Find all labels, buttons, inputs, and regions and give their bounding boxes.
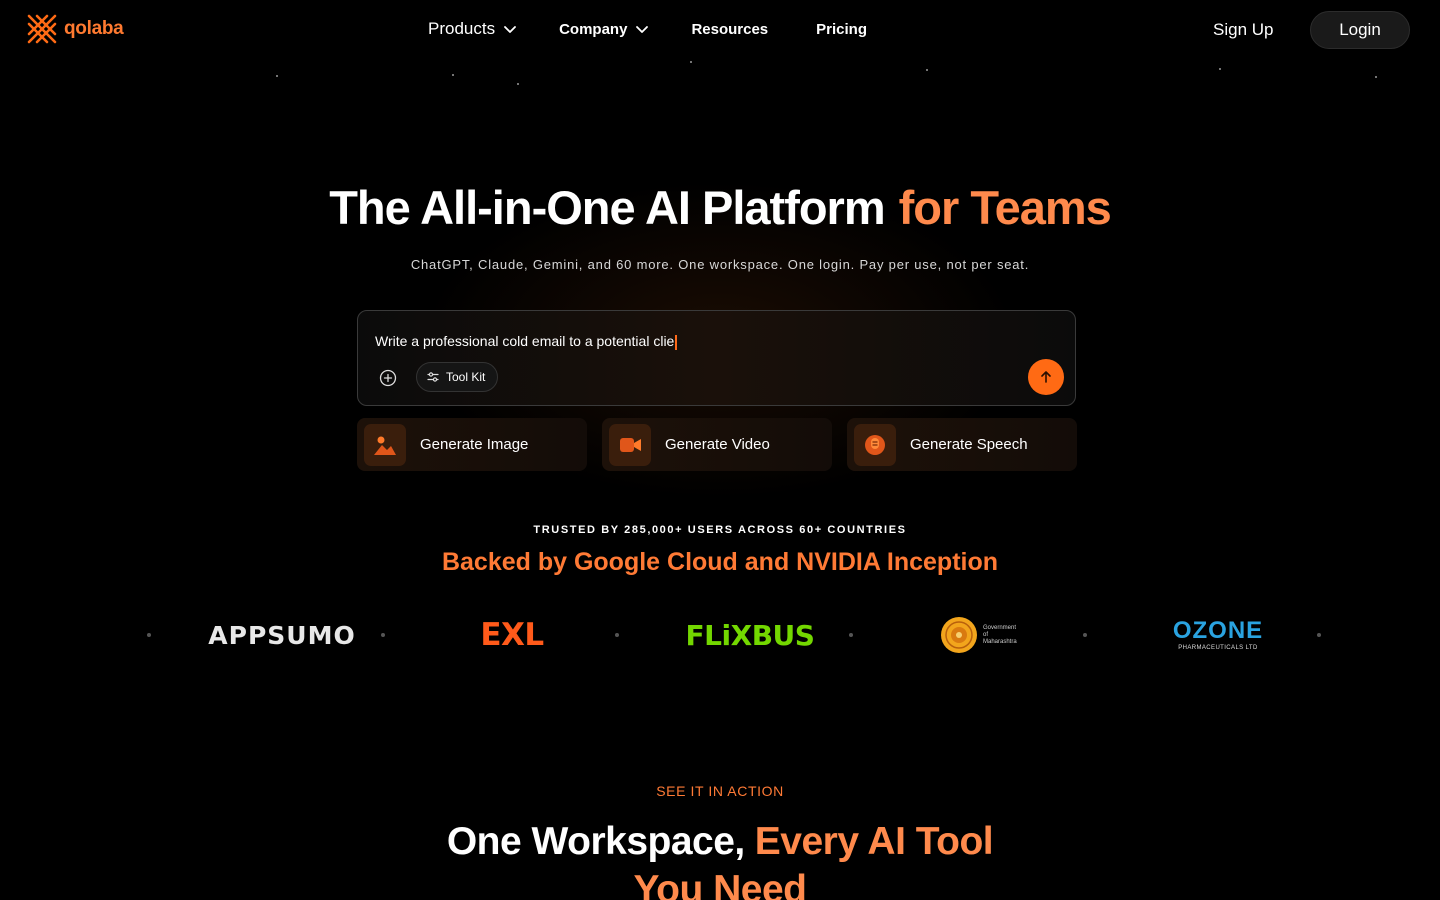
top-nav: qolaba Products Company Resources Pricin…: [0, 0, 1440, 60]
generate-speech-label: Generate Speech: [910, 436, 1028, 453]
separator-dot: [615, 633, 619, 637]
send-button[interactable]: [1028, 359, 1064, 395]
star-particle: [1375, 76, 1377, 78]
ozone-logo-sub: PHARMACEUTICALS LTD: [1178, 645, 1258, 651]
hero-subtitle: ChatGPT, Claude, Gemini, and 60 more. On…: [410, 257, 1030, 272]
star-particle: [1219, 68, 1221, 70]
arrow-up-icon: [1041, 371, 1051, 383]
generate-speech-card[interactable]: Generate Speech: [847, 418, 1077, 471]
brand-logo[interactable]: qolaba: [26, 12, 124, 46]
nav-resources-label: Resources: [691, 20, 769, 38]
speech-icon: [854, 423, 896, 466]
ozone-logo-main: OZONE: [1172, 617, 1264, 644]
prompt-box[interactable]: Write a professional cold email to a pot…: [357, 310, 1076, 406]
section-title-accent: Every AI Tool: [754, 820, 994, 863]
nav-company[interactable]: Company: [559, 21, 649, 38]
image-icon: [364, 423, 406, 466]
separator-dot: [381, 633, 385, 637]
generate-image-card[interactable]: Generate Image: [357, 418, 587, 471]
section-title-main: One Workspace,: [446, 820, 745, 863]
nav-company-label: Company: [559, 20, 628, 38]
nav-products[interactable]: Products: [428, 19, 517, 39]
generate-video-label: Generate Video: [665, 436, 770, 453]
exl-logo: EXL: [480, 617, 544, 653]
star-particle: [926, 69, 928, 71]
seal-icon: [941, 617, 977, 653]
prompt-input-value: Write a professional cold email to a pot…: [375, 333, 675, 349]
ozone-logo: OZONE PHARMACEUTICALS LTD: [1164, 605, 1272, 665]
government-label: Government of Maharashtra: [983, 624, 1017, 645]
video-icon: [609, 423, 651, 466]
client-logo-strip: APPSUMO EXL FLiXBUS Government of Mahara…: [0, 605, 1440, 665]
text-caret: [675, 334, 678, 350]
star-particle: [452, 74, 454, 76]
qolaba-logo-icon: [27, 14, 57, 44]
separator-dot: [1317, 633, 1321, 637]
separator-dot: [147, 633, 151, 637]
hero-title-main: The All-in-One AI Platform: [329, 181, 885, 234]
chevron-down-icon: [636, 26, 649, 33]
appsumo-logo: APPSUMO: [208, 620, 356, 650]
main-menu: Products Company Resources Pricing: [428, 19, 867, 39]
separator-dot: [849, 633, 853, 637]
login-button[interactable]: Login: [1310, 11, 1410, 49]
flixbus-logo: FLiXBUS: [685, 618, 815, 652]
star-particle: [517, 83, 519, 85]
generate-video-card[interactable]: Generate Video: [602, 418, 832, 471]
separator-dot: [1083, 633, 1087, 637]
nav-products-label: Products: [428, 19, 496, 38]
signup-link[interactable]: Sign Up: [1213, 20, 1273, 40]
government-seal-logo: Government of Maharashtra: [938, 605, 1020, 665]
prompt-input[interactable]: Write a professional cold email to a pot…: [375, 333, 678, 350]
star-particle: [276, 75, 278, 77]
chevron-down-icon: [504, 26, 516, 33]
brand-name: qolaba: [64, 18, 124, 39]
nav-pricing-label: Pricing: [816, 20, 868, 38]
see-it-in-action-label: SEE IT IN ACTION: [656, 783, 784, 799]
trusted-users-text: TRUSTED BY 285,000+ USERS ACROSS 60+ COU…: [533, 524, 907, 536]
plus-circle-icon[interactable]: [379, 369, 397, 387]
toolkit-button[interactable]: Tool Kit: [416, 362, 499, 392]
nav-pricing[interactable]: Pricing: [816, 21, 867, 38]
backed-by-heading: Backed by Google Cloud and NVIDIA Incept…: [441, 548, 999, 576]
toolkit-label: Tool Kit: [446, 370, 486, 384]
hero-title-accent: for Teams: [898, 181, 1112, 234]
hero-title: The All-in-One AI Platform for Teams: [0, 180, 1440, 235]
sliders-icon: [427, 372, 439, 382]
section-title-line2: You Need: [633, 868, 807, 900]
star-particle: [690, 61, 692, 63]
generate-image-label: Generate Image: [420, 436, 529, 453]
section-title: One Workspace, Every AI Tool You Need: [0, 818, 1440, 900]
nav-resources[interactable]: Resources: [691, 21, 768, 38]
